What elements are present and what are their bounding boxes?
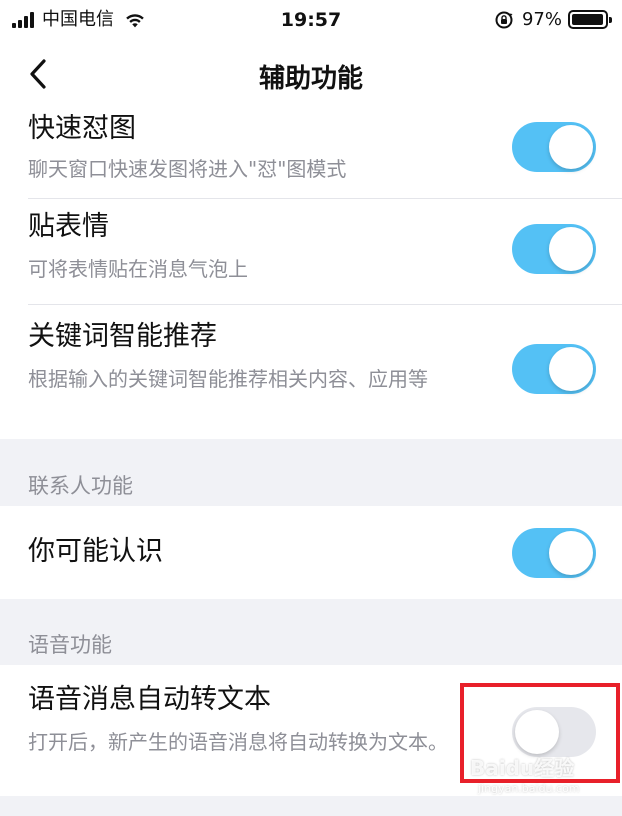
setting-description: 聊天窗口快速发图将进入"怼"图模式 (28, 157, 347, 181)
setting-description: 打开后，新产生的语音消息将自动转换为文本。 (28, 730, 448, 754)
rotation-lock-icon (495, 11, 513, 28)
battery-icon (568, 10, 612, 29)
setting-description: 可将表情贴在消息气泡上 (28, 257, 248, 281)
setting-row-sticker: 贴表情 可将表情贴在消息气泡上 (0, 198, 622, 304)
section-label-contacts: 联系人功能 (28, 474, 133, 498)
setting-title: 贴表情 (28, 211, 109, 242)
setting-title: 快速怼图 (28, 113, 136, 144)
status-bar: 中国电信 19:57 97% (0, 0, 622, 42)
setting-row-keyword-recommend: 关键词智能推荐 根据输入的关键词智能推荐相关内容、应用等 (0, 304, 622, 439)
setting-row-people-you-may-know: 你可能认识 (0, 506, 622, 599)
battery-percent: 97% (521, 9, 562, 30)
toggle-voice-to-text[interactable] (512, 707, 596, 757)
setting-description: 根据输入的关键词智能推荐相关内容、应用等 (28, 367, 428, 391)
setting-title: 你可能认识 (28, 536, 163, 567)
toggle-keyword-recommend[interactable] (512, 344, 596, 394)
watermark-logo: Baidu经验 (470, 756, 575, 780)
setting-row-quick-image: 快速怼图 聊天窗口快速发图将进入"怼"图模式 (0, 106, 622, 198)
battery-fill (572, 14, 604, 25)
setting-title: 语音消息自动转文本 (28, 684, 271, 715)
status-right: 97% (494, 9, 612, 30)
toggle-sticker[interactable] (512, 224, 596, 274)
toggle-people-you-may-know[interactable] (512, 528, 596, 578)
screen: 中国电信 19:57 97% 辅助功能 快速怼图 聊天窗口快速发图将进入"怼"图… (0, 0, 622, 816)
section-label-voice: 语音功能 (28, 633, 112, 657)
page-title: 辅助功能 (258, 64, 363, 94)
contacts-group: 你可能认识 (0, 506, 622, 599)
toggle-quick-image[interactable] (512, 122, 596, 172)
general-settings-group: 快速怼图 聊天窗口快速发图将进入"怼"图模式 贴表情 可将表情贴在消息气泡上 关… (0, 106, 622, 439)
battery-cap (609, 17, 612, 23)
nav-bar: 辅助功能 (0, 42, 622, 106)
watermark-url: jingyan.baidu.com (478, 782, 580, 795)
setting-title: 关键词智能推荐 (28, 321, 217, 352)
